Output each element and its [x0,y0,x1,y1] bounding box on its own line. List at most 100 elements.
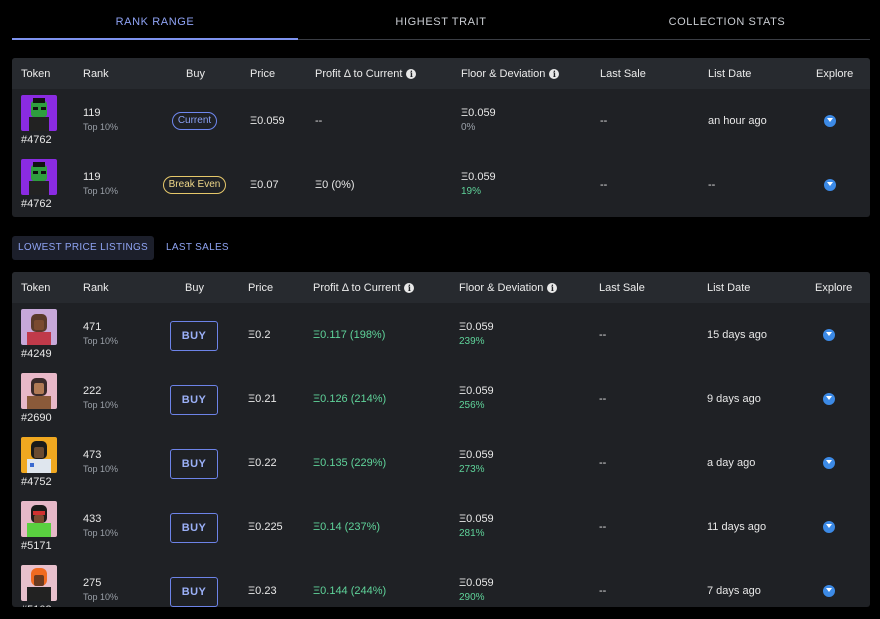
last-sale-cell: -- [599,393,607,405]
col-profit: Profit Δ to Current i [313,282,415,294]
info-icon[interactable]: i [549,69,560,79]
buy-button[interactable]: BUY [170,449,218,479]
opensea-icon[interactable] [823,393,835,405]
table-row: #4752 473 Top 10% BUY Ξ0.22 Ξ0.135 (229%… [12,431,870,495]
col-list-date: List Date [708,68,752,80]
opensea-icon[interactable] [823,585,835,597]
rank-sub: Top 10% [83,336,119,346]
deviation-value: 0% [461,122,476,133]
opensea-icon[interactable] [823,521,835,533]
tab-highest-trait[interactable]: HIGHEST TRAIT [298,0,584,39]
list-date-cell: a day ago [707,457,756,469]
tab-last-sales[interactable]: LAST SALES [160,236,235,260]
buy-button[interactable]: BUY [170,321,218,351]
profit-cell: Ξ0.135 (229%) [313,457,387,469]
price-cell: Ξ0.059 [250,115,285,127]
rank-sub: Top 10% [83,400,119,410]
rank-range-table: Token Rank Buy Price Profit Δ to Current… [12,58,870,217]
rank-sub: Top 10% [83,464,119,474]
table-row: #5103 275 Top 10% BUY Ξ0.23 Ξ0.144 (244%… [12,559,870,607]
token-avatar[interactable] [21,501,57,537]
profit-cell: Ξ0 (0%) [315,179,355,191]
col-floor: Floor & Deviation i [459,282,558,294]
floor-cell: Ξ0.059 281% [459,513,494,539]
price-cell: Ξ0.21 [248,393,277,405]
col-token: Token [21,282,51,294]
token-avatar[interactable] [21,565,57,601]
token-avatar[interactable] [21,95,57,131]
buy-button[interactable]: BUY [170,385,218,415]
token-id: #5103 [21,604,52,607]
floor-cell: Ξ0.059 273% [459,449,494,475]
token-avatar[interactable] [21,437,57,473]
floor-cell: Ξ0.059 256% [459,385,494,411]
token-id: #4762 [21,134,52,146]
main-tabs: RANK RANGE HIGHEST TRAIT COLLECTION STAT… [12,0,870,40]
table-header: Token Rank Buy Price Profit Δ to Current… [12,272,870,303]
tab-lowest-price-listings[interactable]: LOWEST PRICE LISTINGS [12,236,155,260]
rank-value: 119 [83,107,101,119]
rank-value: 473 [83,449,102,461]
floor-cell: Ξ0.059 19% [461,171,496,197]
opensea-icon[interactable] [824,115,836,127]
col-last-sale: Last Sale [599,282,645,294]
token-avatar[interactable] [21,309,57,345]
profit-cell: Ξ0.14 (237%) [313,521,381,533]
last-sale-cell: -- [599,521,607,533]
rank-cell: 433 Top 10% [83,513,118,538]
rank-cell: 222 Top 10% [83,385,118,410]
token-id: #4752 [21,476,52,488]
token-id: #5171 [21,540,52,552]
token-avatar[interactable] [21,159,57,195]
current-badge: Current [172,112,217,130]
deviation-value: 256% [459,400,485,411]
price-cell: Ξ0.2 [248,329,271,341]
col-token: Token [21,68,51,80]
col-profit-label: Profit Δ to Current [315,68,403,80]
rank-cell: 119 Top 10% [83,171,118,196]
col-floor: Floor & Deviation i [461,68,560,80]
info-icon[interactable]: i [406,69,417,79]
rank-value: 471 [83,321,102,333]
floor-value: Ξ0.059 [459,577,494,589]
buy-button[interactable]: BUY [170,513,218,543]
col-price: Price [250,68,276,80]
profit-cell: -- [315,115,323,127]
list-date-cell: an hour ago [708,115,767,127]
opensea-icon[interactable] [823,457,835,469]
col-floor-label: Floor & Deviation [461,68,546,80]
rank-sub: Top 10% [83,122,119,132]
col-floor-label: Floor & Deviation [459,282,544,294]
col-buy: Buy [186,68,205,80]
price-cell: Ξ0.07 [250,179,279,191]
floor-cell: Ξ0.059 290% [459,577,494,603]
table-row: #4762 119 Top 10% Break Even Ξ0.07 Ξ0 (0… [12,153,870,217]
rank-value: 222 [83,385,102,397]
col-rank: Rank [83,282,109,294]
tab-rank-range[interactable]: RANK RANGE [12,0,298,40]
rank-cell: 119 Top 10% [83,107,118,132]
buy-button[interactable]: BUY [170,577,218,607]
col-list-date: List Date [707,282,751,294]
list-date-cell: 15 days ago [707,329,767,341]
col-profit-label: Profit Δ to Current [313,282,401,294]
info-icon[interactable]: i [404,283,415,293]
token-avatar[interactable] [21,373,57,409]
col-last-sale: Last Sale [600,68,646,80]
last-sale-cell: -- [600,179,608,191]
floor-value: Ξ0.059 [459,513,494,525]
rank-sub: Top 10% [83,592,119,602]
token-id: #2690 [21,412,52,424]
info-icon[interactable]: i [547,283,558,293]
tab-collection-stats[interactable]: COLLECTION STATS [584,0,870,39]
col-rank: Rank [83,68,109,80]
opensea-icon[interactable] [824,179,836,191]
rank-value: 119 [83,171,101,183]
last-sale-cell: -- [599,457,607,469]
col-buy: Buy [185,282,204,294]
list-date-cell: 7 days ago [707,585,761,597]
col-price: Price [248,282,274,294]
opensea-icon[interactable] [823,329,835,341]
floor-cell: Ξ0.059 239% [459,321,494,347]
rank-cell: 473 Top 10% [83,449,118,474]
